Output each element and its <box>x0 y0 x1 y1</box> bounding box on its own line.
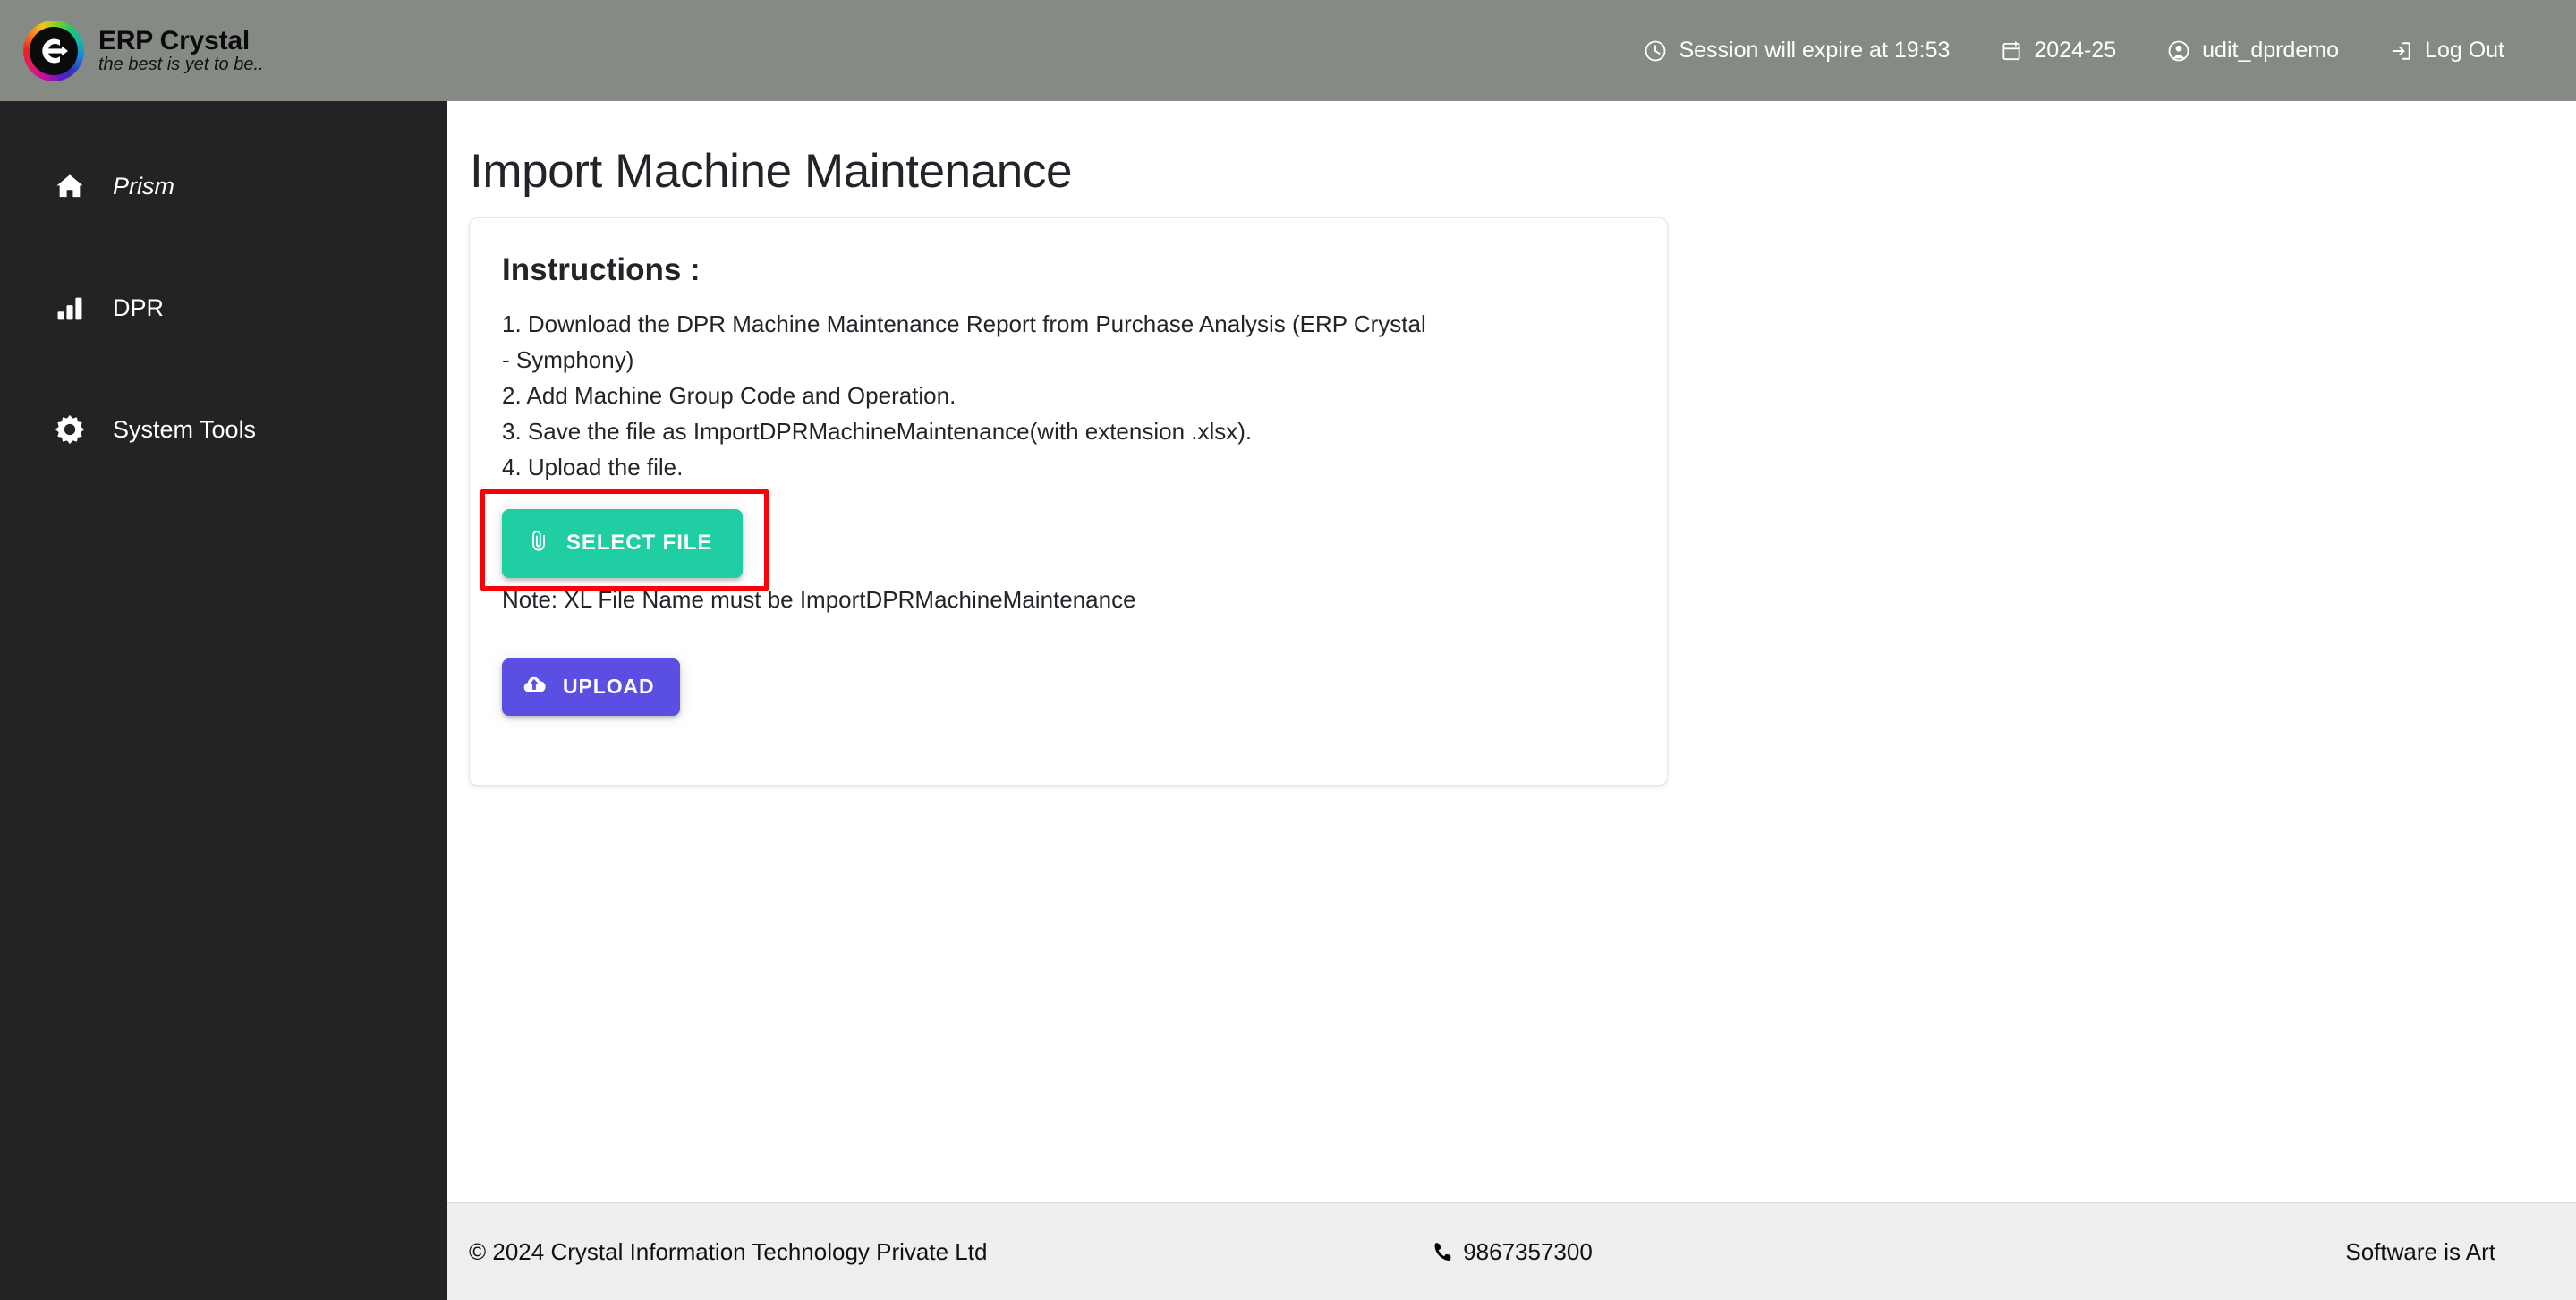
session-expiry-item: Session will expire at 19:53 <box>1618 38 1975 64</box>
user-menu-item[interactable]: udit_dprdemo <box>2141 38 2364 64</box>
select-file-row: SELECT FILE <box>480 489 1635 591</box>
upload-button[interactable]: UPLOAD <box>502 658 680 716</box>
calendar-icon <box>2000 38 2023 64</box>
instructions-heading: Instructions : <box>502 252 701 287</box>
instruction-line: 2. Add Machine Group Code and Operation. <box>502 381 956 409</box>
sidebar-item-dpr[interactable]: DPR <box>0 274 447 342</box>
username-label: udit_dprdemo <box>2202 38 2340 63</box>
session-expiry-label: Session will expire at 19:53 <box>1679 38 1951 63</box>
instruction-line: 4. Upload the file. <box>502 453 684 480</box>
footer-phone-number[interactable]: 9867357300 <box>1463 1238 1593 1266</box>
app-header: ERP Crystal the best is yet to be.. Sess… <box>0 0 2576 101</box>
fiscal-year-label: 2024-25 <box>2034 38 2117 63</box>
sidebar-item-prism[interactable]: Prism <box>0 152 447 220</box>
instruction-line: 1. Download the DPR Machine Maintenance … <box>502 310 1426 337</box>
main-content: Import Machine Maintenance Instructions … <box>447 101 2576 1202</box>
footer-contact: 9867357300 <box>447 1238 2576 1266</box>
import-card: Instructions : 1. Download the DPR Machi… <box>469 217 1668 786</box>
home-icon <box>50 171 89 201</box>
select-file-label: SELECT FILE <box>566 531 713 556</box>
instruction-line: - Symphony) <box>502 345 634 373</box>
file-name-note: Note: XL File Name must be ImportDPRMach… <box>502 585 1136 613</box>
brand-tagline: the best is yet to be.. <box>98 54 264 74</box>
clock-icon <box>1643 38 1668 64</box>
bar-chart-icon <box>50 293 89 323</box>
fiscal-year-item[interactable]: 2024-25 <box>1975 38 2141 64</box>
upload-label: UPLOAD <box>563 675 655 699</box>
erp-crystal-logo <box>23 20 84 81</box>
phone-icon <box>1431 1240 1454 1263</box>
paperclip-icon <box>527 527 550 560</box>
logout-icon <box>2389 38 2414 64</box>
cloud-upload-icon <box>522 674 547 701</box>
footer-tagline: Software is Art <box>2345 1237 2495 1265</box>
instruction-line: 3. Save the file as ImportDPRMachineMain… <box>502 417 1253 445</box>
logout-button[interactable]: Log Out <box>2364 38 2529 64</box>
header-actions: Session will expire at 19:53 2024-25 udi… <box>1618 38 2576 64</box>
user-icon <box>2166 38 2191 64</box>
logo-core-icon <box>30 26 78 75</box>
sidebar-item-system-tools[interactable]: System Tools <box>0 395 447 463</box>
select-file-button[interactable]: SELECT FILE <box>502 508 744 578</box>
sidebar: Prism DPR System Tools <box>0 101 447 1300</box>
app-footer: © 2024 Crystal Information Technology Pr… <box>447 1202 2576 1300</box>
gear-icon <box>50 412 89 446</box>
sidebar-item-label-prism: Prism <box>113 172 174 200</box>
sidebar-item-label-system-tools: System Tools <box>113 415 257 443</box>
logo-e-arrow-icon <box>38 34 70 67</box>
logout-label: Log Out <box>2425 38 2504 63</box>
brand-title: ERP Crystal <box>98 25 250 55</box>
sidebar-item-label-dpr: DPR <box>113 293 165 321</box>
page-title: Import Machine Maintenance <box>470 145 1073 198</box>
brand-text: ERP Crystal the best is yet to be.. <box>98 25 264 75</box>
brand: ERP Crystal the best is yet to be.. <box>0 20 264 81</box>
upload-row: UPLOAD <box>502 658 1635 716</box>
